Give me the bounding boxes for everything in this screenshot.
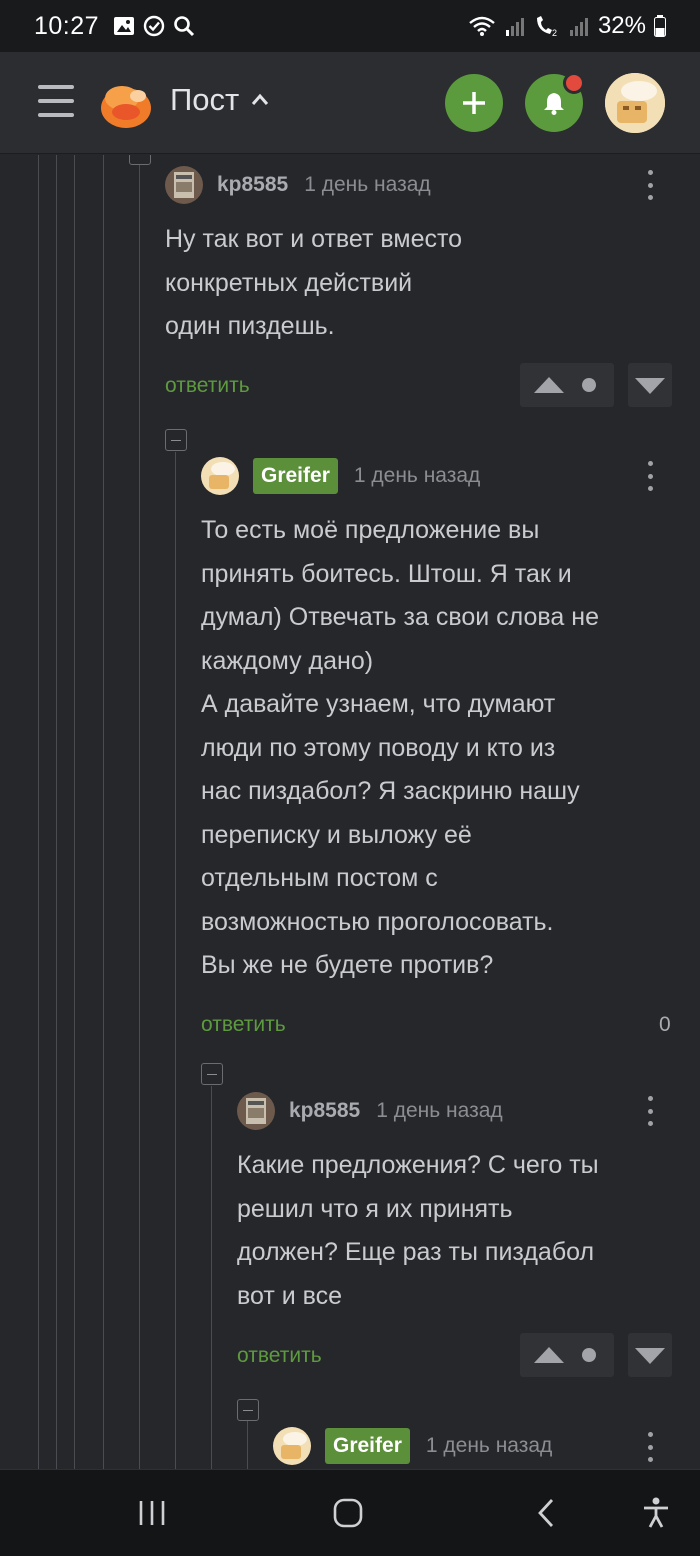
recent-apps-button[interactable] xyxy=(132,1490,172,1536)
downvote-button[interactable] xyxy=(628,363,672,407)
accessibility-icon xyxy=(644,1497,668,1528)
wifi-icon xyxy=(469,16,495,36)
collapse-toggle[interactable] xyxy=(165,429,187,451)
comment-time: 1 день назад xyxy=(304,173,431,196)
author-avatar[interactable] xyxy=(165,166,203,204)
page-title-text: Пост xyxy=(170,82,240,117)
downvote-arrow-icon xyxy=(635,1348,665,1364)
rating-dot-icon xyxy=(582,378,596,392)
add-post-button[interactable] xyxy=(445,74,503,132)
upvote-button[interactable] xyxy=(520,363,614,407)
wifi-calling-icon: 2 xyxy=(536,16,557,37)
comment-text: Ну так вот и ответ вместо конкретных дей… xyxy=(165,225,463,340)
collapse-toggle[interactable] xyxy=(237,1399,259,1421)
comment-time: 1 день назад xyxy=(353,464,481,487)
comments-thread: kp8585 1 день назад Ну так вот и ответ в… xyxy=(0,155,700,1469)
upvote-arrow-icon xyxy=(534,1347,564,1363)
notification-dot xyxy=(563,72,585,94)
author-avatar-image xyxy=(273,1427,311,1465)
author-avatar[interactable] xyxy=(273,1427,311,1465)
check-circle-icon xyxy=(143,15,165,37)
comment-header: kp8585 1 день назад xyxy=(237,1092,503,1130)
author-name[interactable]: Greifer xyxy=(325,1428,410,1464)
thread-line xyxy=(247,1420,248,1469)
upvote-arrow-icon xyxy=(534,377,564,393)
more-options-icon[interactable] xyxy=(646,461,654,491)
user-avatar-image xyxy=(605,73,665,133)
menu-icon[interactable] xyxy=(38,85,74,117)
battery-percent: 32% xyxy=(597,12,646,39)
thread-line xyxy=(103,155,104,1469)
author-name[interactable]: kp8585 xyxy=(289,1099,360,1123)
more-options-icon[interactable] xyxy=(646,170,654,200)
thread-line xyxy=(56,155,57,1469)
comment-header: kp8585 1 день назад xyxy=(165,166,431,204)
thread-line xyxy=(175,452,176,1469)
thread-line xyxy=(139,155,140,1469)
reply-button[interactable]: ответить xyxy=(237,1344,322,1368)
comment-header: Greifer 1 день назад xyxy=(273,1427,552,1465)
collapse-toggle[interactable] xyxy=(129,155,151,165)
comment-text: Какие предложения? С чего ты решил что я… xyxy=(237,1151,599,1310)
recent-apps-icon xyxy=(139,1501,165,1525)
plus-icon xyxy=(463,92,485,114)
svg-text:2: 2 xyxy=(552,28,557,37)
thread-line xyxy=(38,155,39,1469)
user-avatar[interactable] xyxy=(605,73,665,133)
page-title[interactable]: Пост xyxy=(170,82,269,118)
reply-button[interactable]: ответить xyxy=(201,1013,286,1037)
home-icon xyxy=(333,1498,363,1528)
bell-icon xyxy=(544,93,564,115)
back-button[interactable] xyxy=(526,1490,566,1536)
collapse-toggle[interactable] xyxy=(201,1063,223,1085)
comment-time: 1 день назад xyxy=(376,1099,503,1122)
comment-rating: 0 xyxy=(659,1013,671,1036)
chevron-up-icon xyxy=(252,93,269,105)
author-avatar[interactable] xyxy=(237,1092,275,1130)
status-time: 10:27 xyxy=(34,11,100,40)
status-bar: 10:27 2 32% xyxy=(0,0,700,52)
comment-header: Greifer 1 день назад xyxy=(201,457,480,495)
battery-icon xyxy=(654,15,666,37)
accessibility-button[interactable] xyxy=(636,1490,676,1536)
author-avatar-image xyxy=(237,1092,275,1130)
app-header: Пост xyxy=(0,52,700,154)
downvote-button[interactable] xyxy=(628,1333,672,1377)
search-icon xyxy=(174,16,195,37)
author-name[interactable]: Greifer xyxy=(253,458,338,494)
upvote-button[interactable] xyxy=(520,1333,614,1377)
more-options-icon[interactable] xyxy=(646,1096,654,1126)
more-options-icon[interactable] xyxy=(646,1432,654,1462)
gallery-icon xyxy=(114,17,135,35)
author-avatar-image xyxy=(165,166,203,204)
comment-time: 1 день назад xyxy=(425,1434,553,1457)
pikabu-logo[interactable] xyxy=(98,76,154,132)
signal-icon-2 xyxy=(569,18,588,36)
thread-line xyxy=(211,1086,212,1469)
notifications-button[interactable] xyxy=(525,72,585,132)
author-name[interactable]: kp8585 xyxy=(217,173,288,197)
thread-line xyxy=(74,155,75,1469)
back-icon xyxy=(538,1499,554,1527)
reply-button[interactable]: ответить xyxy=(165,374,250,398)
author-avatar-image xyxy=(201,457,239,495)
system-nav-bar xyxy=(0,1469,700,1556)
author-avatar[interactable] xyxy=(201,457,239,495)
downvote-arrow-icon xyxy=(635,378,665,394)
home-button[interactable] xyxy=(328,1490,368,1536)
comment-text: То есть моё предложение вы принять боите… xyxy=(201,516,599,979)
signal-icon xyxy=(505,18,524,36)
rating-dot-icon xyxy=(582,1348,596,1362)
